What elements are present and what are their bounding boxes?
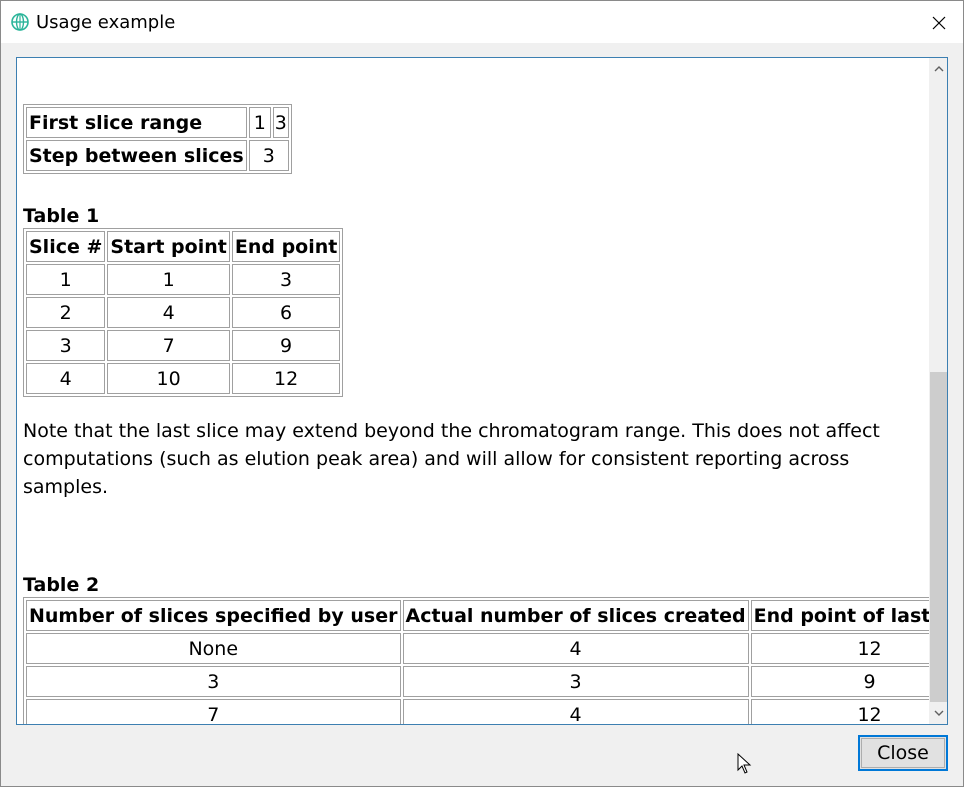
table1: Slice # Start point End point 1 1 3 2 4 … [23,228,344,397]
table-cell: 7 [26,699,401,724]
table-cell: 12 [231,363,341,394]
table2: Number of slices specified by user Actua… [23,597,947,724]
table-cell: 4 [107,297,230,328]
close-button[interactable]: Close [858,735,948,771]
table-row: 3 7 9 [26,330,341,361]
table-header-row: Slice # Start point End point [26,231,341,262]
table-row: None 4 12 [26,633,947,664]
table-cell: 3 [231,264,341,295]
table-row: 7 4 12 [26,699,947,724]
chevron-up-icon[interactable] [929,58,947,80]
table-cell: 9 [231,330,341,361]
app-logo-icon [10,12,30,32]
column-header: Actual number of slices created [402,600,749,631]
table-cell: 4 [26,363,106,394]
table-cell: 3 [26,666,401,697]
table-cell: 7 [107,330,230,361]
table-cell: 9 [750,666,947,697]
table-row: 3 3 9 [26,666,947,697]
column-header: Number of slices specified by user [26,600,401,631]
table-row: 1 1 3 [26,264,341,295]
scrollbar-thumb[interactable] [930,372,947,702]
table-row: First slice range 1 3 [26,107,289,138]
close-icon[interactable] [925,9,953,37]
param-label: Step between slices [26,140,247,171]
table-cell: None [26,633,401,664]
table2-caption: Table 2 [23,574,100,596]
table-row: Step between slices 3 [26,140,289,171]
table-header-row: Number of slices specified by user Actua… [26,600,947,631]
column-header: Start point [107,231,230,262]
param-label: First slice range [26,107,247,138]
table-cell: 1 [107,264,230,295]
dialog-window: Usage example First slice range 1 3 Step… [0,0,964,787]
table-cell: 1 [26,264,106,295]
chevron-down-icon[interactable] [929,702,947,724]
param-value: 3 [272,107,289,138]
table-cell: 10 [107,363,230,394]
table1-caption: Table 1 [23,205,100,227]
parameter-table: First slice range 1 3 Step between slice… [23,104,292,174]
vertical-scrollbar[interactable] [929,58,947,724]
help-document: First slice range 1 3 Step between slice… [23,104,947,724]
note-text: Note that the last slice may extend beyo… [23,420,880,498]
table-cell: 2 [26,297,106,328]
table-cell: 3 [402,666,749,697]
param-value: 1 [248,107,271,138]
table-cell: 4 [402,699,749,724]
column-header: Slice # [26,231,106,262]
column-header: End point [231,231,341,262]
table-cell: 4 [402,633,749,664]
table-cell: 3 [26,330,106,361]
help-content-pane[interactable]: First slice range 1 3 Step between slice… [16,57,948,725]
table-row: 2 4 6 [26,297,341,328]
table-row: 4 10 12 [26,363,341,394]
param-value: 3 [248,140,289,171]
mouse-pointer-icon [737,752,753,775]
window-title: Usage example [36,12,176,33]
title-bar: Usage example [1,1,963,43]
table-cell: 12 [750,633,947,664]
table-cell: 6 [231,297,341,328]
close-button-label: Close [861,738,945,768]
column-header: End point of last slice [750,600,947,631]
table-cell: 12 [750,699,947,724]
